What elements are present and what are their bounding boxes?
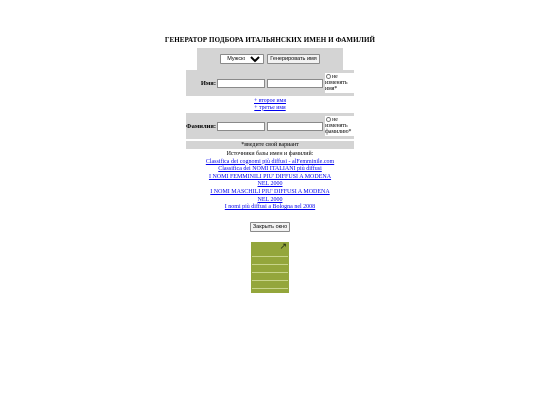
keep-name-option: не изменять имя* [324,73,354,93]
banner-divider [252,280,288,281]
source-link[interactable]: Classifica dei NOMI ITALIANI più diffusi [218,166,322,172]
name-row: Имя: не изменять имя* [186,70,354,96]
source-link[interactable]: Classifica dei cognomi più diffusi - alF… [206,159,334,165]
close-window-button[interactable]: Закрыть окно [249,221,291,232]
source-link[interactable]: NEL 2000 [258,181,283,187]
source-link[interactable]: I NOMI FEMMINILI PIU' DIFFUSI A MODENA [209,174,331,180]
first-name-field[interactable] [216,78,265,88]
arrow-up-right-icon: ↗ [279,242,287,252]
sources-section: Источники базы имен и фамилий: Classific… [0,151,540,212]
ad-banner[interactable]: ↗ [251,242,289,293]
surname-field[interactable] [217,121,266,131]
surname-input-2[interactable] [267,121,324,131]
surname-label: Фамилия: [186,122,217,130]
page-title: ГЕНЕРАТОР ПОДБОРА ИТАЛЬЯНСКИХ ИМЕН И ФАМ… [164,36,376,44]
sources-heading: Источники базы имен и фамилий: [226,151,314,157]
keep-name-checkbox[interactable] [325,74,331,80]
source-link[interactable]: I NOMI MASCHILI PIU' DIFFUSI A MODENA [210,189,329,195]
name-label: Имя: [200,79,216,87]
banner-divider [252,256,288,257]
source-link[interactable]: NEL 2000 [258,197,283,203]
name-links: + второе имя + третье имя [0,98,540,111]
generator-panel: Мужское имя Генерировать имя [197,48,343,70]
gender-select[interactable]: Мужское имя [220,54,265,64]
page: ГЕНЕРАТОР ПОДБОРА ИТАЛЬЯНСКИХ ИМЕН И ФАМ… [0,0,540,233]
keep-surname-checkbox[interactable] [326,117,332,123]
generate-button[interactable]: Генерировать имя [267,54,320,64]
add-second-name-link[interactable]: + второе имя [254,98,286,104]
source-link[interactable]: I nomi più diffusi a Bologna nel 2008 [225,204,315,210]
keep-surname-option: не изменять фамилию* [325,116,354,136]
add-third-name-link[interactable]: + третье имя [254,105,285,111]
custom-variant-note: *введите свой вариант [186,141,354,149]
first-name-input-2[interactable] [266,78,323,88]
banner-divider [252,288,288,289]
surname-row: Фамилия: не изменять фамилию* [186,113,354,139]
banner-divider [252,272,288,273]
banner-divider [252,264,288,265]
